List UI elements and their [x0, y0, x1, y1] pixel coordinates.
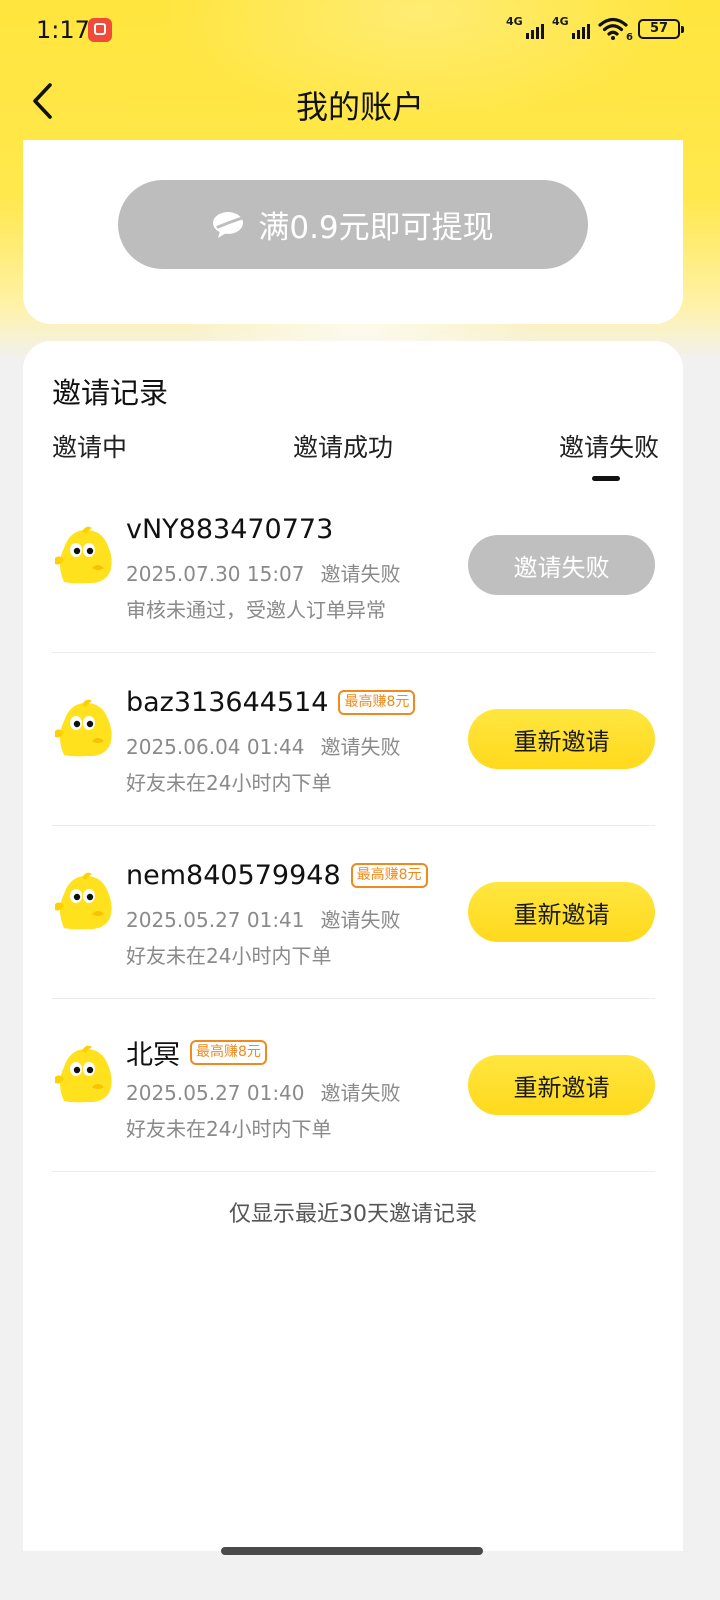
- record-date: 2025.05.27 01:40: [126, 1081, 305, 1105]
- reinvite-button[interactable]: 重新邀请: [468, 709, 655, 769]
- footer-note: 仅显示最近30天邀请记录: [229, 1202, 477, 1227]
- record-status: 邀请失败: [320, 562, 401, 586]
- withdraw-card: 满0.9元即可提现: [23, 140, 683, 324]
- record-status: 邀请失败: [320, 735, 401, 759]
- status-time: 1:17: [36, 16, 90, 44]
- record-date: 2025.07.30 15:07: [126, 562, 305, 586]
- record-reason: 好友未在24小时内下单: [126, 771, 332, 795]
- invite-records-card: 邀请记录 邀请中 邀请成功 邀请失败 vNY883470773 2025.07.…: [23, 341, 683, 1551]
- status-bar: 1:17 4G 4G 6 57: [0, 0, 720, 62]
- record-username: vNY883470773: [126, 514, 334, 545]
- battery-level: 57: [649, 21, 669, 36]
- nav-header: 我的账户: [0, 66, 720, 136]
- record-meta: 2025.05.27 01:40 邀请失败: [126, 1077, 401, 1106]
- invite-record: 北冥 最高赚8元 2025.05.27 01:40 邀请失败 好友未在24小时内下…: [52, 999, 655, 1172]
- invite-record: baz313644514 最高赚8元 2025.06.04 01:44 邀请失败 …: [52, 653, 655, 826]
- record-username: nem840579948: [126, 860, 341, 891]
- section-title: 邀请记录: [52, 376, 169, 410]
- home-indicator[interactable]: [221, 1547, 483, 1555]
- record-date: 2025.05.27 01:41: [126, 908, 305, 932]
- wechat-icon: [213, 211, 244, 238]
- cellular-signal-icon: 4G: [506, 15, 544, 41]
- record-name-row: 北冥 最高赚8元: [126, 1033, 267, 1072]
- status-icons: 4G 4G 6 57: [506, 15, 684, 43]
- reinvite-button[interactable]: 重新邀请: [468, 882, 655, 942]
- chick-avatar-icon: [55, 526, 112, 584]
- wifi-badge: 6: [626, 32, 633, 43]
- chick-avatar-icon: [55, 699, 112, 757]
- network-type-label: 4G: [506, 15, 523, 28]
- chick-avatar-icon: [55, 1045, 112, 1103]
- record-reason: 好友未在24小时内下单: [126, 944, 332, 968]
- network-type-label-2: 4G: [552, 15, 569, 28]
- cellular-signal-icon-2: 4G: [552, 15, 590, 41]
- reward-badge: 最高赚8元: [350, 863, 428, 888]
- chick-avatar-icon: [55, 872, 112, 930]
- record-username: 北冥: [126, 1040, 180, 1071]
- record-username: baz313644514: [126, 687, 329, 718]
- record-date: 2025.06.04 01:44: [126, 735, 305, 759]
- withdraw-button[interactable]: 满0.9元即可提现: [118, 180, 588, 269]
- invite-record: nem840579948 最高赚8元 2025.05.27 01:41 邀请失败 …: [52, 826, 655, 999]
- record-reason: 审核未通过，受邀人订单异常: [126, 598, 386, 622]
- wifi-icon: 6: [598, 17, 633, 43]
- divider: [52, 1171, 655, 1172]
- reinvite-button[interactable]: 重新邀请: [468, 1055, 655, 1115]
- record-meta: 2025.05.27 01:41 邀请失败: [126, 904, 401, 933]
- tab-success[interactable]: 邀请成功: [293, 428, 393, 464]
- record-name-row: vNY883470773: [126, 514, 333, 545]
- record-name-row: nem840579948 最高赚8元: [126, 860, 428, 891]
- record-meta: 2025.07.30 15:07 邀请失败: [126, 558, 401, 587]
- withdraw-label: 满0.9元即可提现: [258, 210, 494, 246]
- invite-record: vNY883470773 2025.07.30 15:07 邀请失败 审核未通过，…: [52, 480, 655, 653]
- battery-icon: 57: [638, 19, 684, 39]
- tab-failed[interactable]: 邀请失败: [559, 428, 659, 464]
- reward-badge: 最高赚8元: [190, 1040, 267, 1065]
- tab-pending[interactable]: 邀请中: [52, 428, 127, 464]
- app-notification-icon: [88, 18, 112, 42]
- page-title: 我的账户: [295, 88, 424, 126]
- record-status: 邀请失败: [320, 1081, 401, 1105]
- invite-failed-button: 邀请失败: [468, 535, 655, 595]
- record-status: 邀请失败: [320, 908, 401, 932]
- record-name-row: baz313644514 最高赚8元: [126, 687, 416, 718]
- reward-badge: 最高赚8元: [338, 690, 416, 715]
- record-meta: 2025.06.04 01:44 邀请失败: [126, 731, 401, 760]
- record-reason: 好友未在24小时内下单: [126, 1117, 332, 1141]
